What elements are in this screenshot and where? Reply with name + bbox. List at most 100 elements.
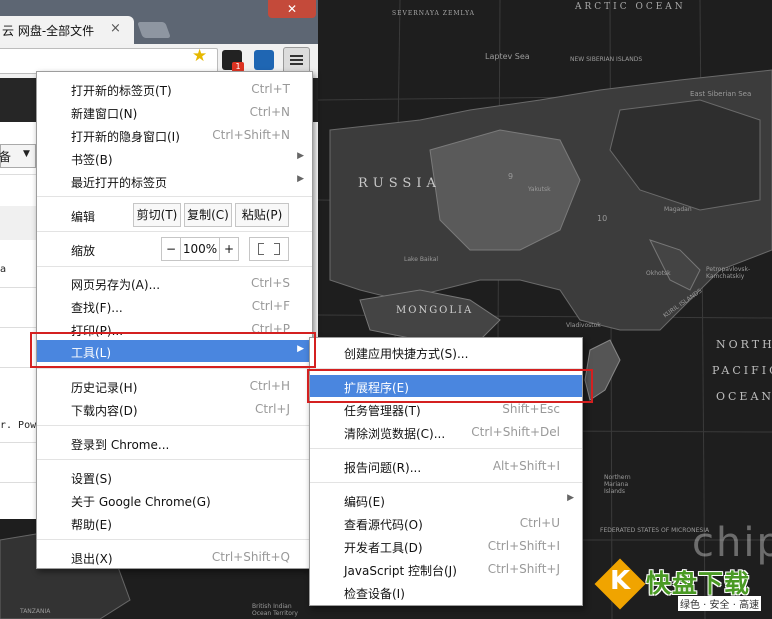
page-divider bbox=[0, 482, 36, 483]
menu-shortcut: Ctrl+Shift+I bbox=[487, 539, 560, 553]
page-divider bbox=[0, 174, 36, 175]
fullscreen-corner bbox=[274, 249, 280, 255]
cut-button[interactable]: 剪切(T) bbox=[133, 203, 181, 227]
menu-separator bbox=[310, 448, 582, 449]
menu-label: 关于 Google Chrome(G) bbox=[71, 495, 211, 509]
submenu-item-create-shortcut[interactable]: 创建应用快捷方式(S)... bbox=[310, 341, 582, 363]
map-label-magadan: Magadan bbox=[664, 206, 692, 213]
menu-item-incognito[interactable]: 打开新的隐身窗口(I) Ctrl+Shift+N bbox=[37, 124, 312, 146]
paste-button[interactable]: 粘贴(P) bbox=[235, 203, 289, 227]
page-dropdown[interactable]: 备 ▼ bbox=[0, 144, 36, 168]
menu-item-save-page[interactable]: 网页另存为(A)... Ctrl+S bbox=[37, 272, 312, 294]
tab-close-icon[interactable]: × bbox=[110, 21, 121, 36]
menu-label: 打开新的隐身窗口(I) bbox=[71, 130, 180, 144]
chrome-menu-button[interactable] bbox=[283, 47, 310, 74]
menu-shortcut: Alt+Shift+I bbox=[492, 459, 560, 473]
menu-shortcut: Ctrl+Shift+N bbox=[212, 128, 290, 142]
menu-item-find[interactable]: 查找(F)... Ctrl+F bbox=[37, 295, 312, 317]
menu-item-new-window[interactable]: 新建窗口(N) Ctrl+N bbox=[37, 101, 312, 123]
map-label-severnaya: SEVERNAYA ZEMLYA bbox=[392, 10, 475, 17]
tab-active[interactable]: 云 网盘-全部文件 × bbox=[0, 16, 134, 44]
menu-separator bbox=[37, 539, 312, 540]
menu-label: 设置(S) bbox=[71, 472, 112, 486]
map-label-arctic-ocean: ARCTIC OCEAN bbox=[575, 2, 686, 12]
menu-shortcut: Ctrl+H bbox=[249, 379, 290, 393]
menu-item-about[interactable]: 关于 Google Chrome(G) bbox=[37, 489, 312, 511]
menu-label: 网页另存为(A)... bbox=[71, 278, 161, 292]
page-divider bbox=[0, 287, 36, 288]
kuaipan-watermark: K 快盘下载 绿色 · 安全 · 高速 bbox=[594, 558, 768, 616]
menu-item-downloads[interactable]: 下载内容(D) Ctrl+J bbox=[37, 398, 312, 420]
highlight-box-extensions bbox=[307, 369, 593, 403]
submenu-item-report-issue[interactable]: 报告问题(R)... Alt+Shift+I bbox=[310, 455, 582, 477]
extension-blue-icon[interactable] bbox=[254, 50, 274, 70]
menu-shortcut: Ctrl+S bbox=[250, 276, 290, 290]
menu-shortcut: Ctrl+U bbox=[519, 516, 560, 530]
menu-label: 新建窗口(N) bbox=[71, 107, 138, 121]
map-label-mongolia: MONGOLIA bbox=[396, 305, 474, 316]
menu-item-help[interactable]: 帮助(E) bbox=[37, 512, 312, 534]
menu-item-settings[interactable]: 设置(S) bbox=[37, 466, 312, 488]
fullscreen-corner bbox=[258, 249, 264, 255]
hamburger-line bbox=[290, 63, 303, 65]
menu-shortcut: Shift+Esc bbox=[502, 402, 560, 416]
submenu-arrow-icon: ▶ bbox=[297, 151, 304, 161]
page-divider bbox=[0, 327, 36, 328]
submenu-item-js-console[interactable]: JavaScript 控制台(J) Ctrl+Shift+J bbox=[310, 558, 582, 580]
menu-item-recent-tabs[interactable]: 最近打开的标签页 ▶ bbox=[37, 170, 312, 192]
submenu-item-inspect-devices[interactable]: 检查设备(I) bbox=[310, 581, 582, 603]
menu-label: 编辑 bbox=[71, 210, 96, 224]
menu-label: 报告问题(R)... bbox=[344, 461, 422, 475]
window-close-button[interactable]: ✕ bbox=[268, 0, 316, 18]
submenu-item-clear-data[interactable]: 清除浏览数据(C)... Ctrl+Shift+Del bbox=[310, 421, 582, 443]
menu-separator bbox=[37, 425, 312, 426]
submenu-arrow-icon: ▶ bbox=[297, 174, 304, 184]
menu-label: 编码(E) bbox=[344, 495, 385, 509]
menu-item-new-tab[interactable]: 打开新的标签页(T) Ctrl+T bbox=[37, 78, 312, 100]
new-tab-button[interactable] bbox=[137, 22, 171, 38]
map-label-pacific: PACIFIC bbox=[712, 364, 772, 377]
submenu-item-view-source[interactable]: 查看源代码(O) Ctrl+U bbox=[310, 512, 582, 534]
submenu-item-devtools[interactable]: 开发者工具(D) Ctrl+Shift+I bbox=[310, 535, 582, 557]
fullscreen-icon[interactable] bbox=[249, 237, 289, 261]
copy-button[interactable]: 复制(C) bbox=[184, 203, 232, 227]
tab-strip: 云 网盘-全部文件 × ✕ bbox=[0, 0, 318, 44]
watermark-logo-letter: K bbox=[610, 566, 631, 596]
map-label-mariana: Northern Mariana Islands bbox=[604, 474, 631, 495]
menu-item-sign-in[interactable]: 登录到 Chrome... bbox=[37, 432, 312, 454]
menu-label: 登录到 Chrome... bbox=[71, 438, 170, 452]
map-label-yakutsk: Yakutsk bbox=[528, 186, 551, 193]
menu-separator bbox=[37, 459, 312, 460]
menu-label: 帮助(E) bbox=[71, 518, 112, 532]
watermark-title: 快盘下载 bbox=[646, 569, 751, 598]
zoom-in-button[interactable]: + bbox=[219, 237, 239, 261]
menu-item-bookmarks[interactable]: 书签(B) ▶ bbox=[37, 147, 312, 169]
map-label-russia: RUSSIA bbox=[358, 176, 441, 191]
hamburger-menu-icon bbox=[290, 55, 303, 57]
menu-label: 书签(B) bbox=[71, 153, 113, 167]
menu-item-history[interactable]: 历史记录(H) Ctrl+H bbox=[37, 375, 312, 397]
chrome-menu: 打开新的标签页(T) Ctrl+T 新建窗口(N) Ctrl+N 打开新的隐身窗口(… bbox=[36, 71, 313, 569]
hamburger-line bbox=[290, 59, 303, 61]
page-dropdown-label: 备 bbox=[0, 150, 12, 164]
highlight-box-tools bbox=[30, 332, 316, 368]
zoom-out-button[interactable]: − bbox=[161, 237, 181, 261]
menu-shortcut: Ctrl+T bbox=[251, 82, 290, 96]
star-icon[interactable]: ★ bbox=[192, 46, 207, 66]
menu-shortcut: Ctrl+Shift+J bbox=[487, 562, 560, 576]
map-label-east-siberian: East Siberian Sea bbox=[690, 90, 752, 98]
map-label-ocean: OCEAN bbox=[716, 390, 772, 403]
menu-label: 历史记录(H) bbox=[71, 381, 138, 395]
map-label-new-siberian: NEW SIBERIAN ISLANDS bbox=[570, 56, 643, 63]
menu-shortcut: Ctrl+J bbox=[255, 402, 290, 416]
menu-separator bbox=[37, 368, 312, 369]
menu-item-exit[interactable]: 退出(X) Ctrl+Shift+Q bbox=[37, 546, 312, 568]
watermark-subtitle: 绿色 · 安全 · 高速 bbox=[678, 596, 762, 611]
submenu-item-encoding[interactable]: 编码(E) ▶ bbox=[310, 489, 582, 511]
menu-label: 缩放 bbox=[71, 244, 96, 258]
map-label-north: NORTH bbox=[716, 338, 772, 351]
menu-label: 任务管理器(T) bbox=[344, 404, 421, 418]
menu-label: 最近打开的标签页 bbox=[71, 176, 168, 190]
page-divider bbox=[0, 442, 36, 443]
map-label-timezone-9: 9 bbox=[508, 172, 514, 181]
